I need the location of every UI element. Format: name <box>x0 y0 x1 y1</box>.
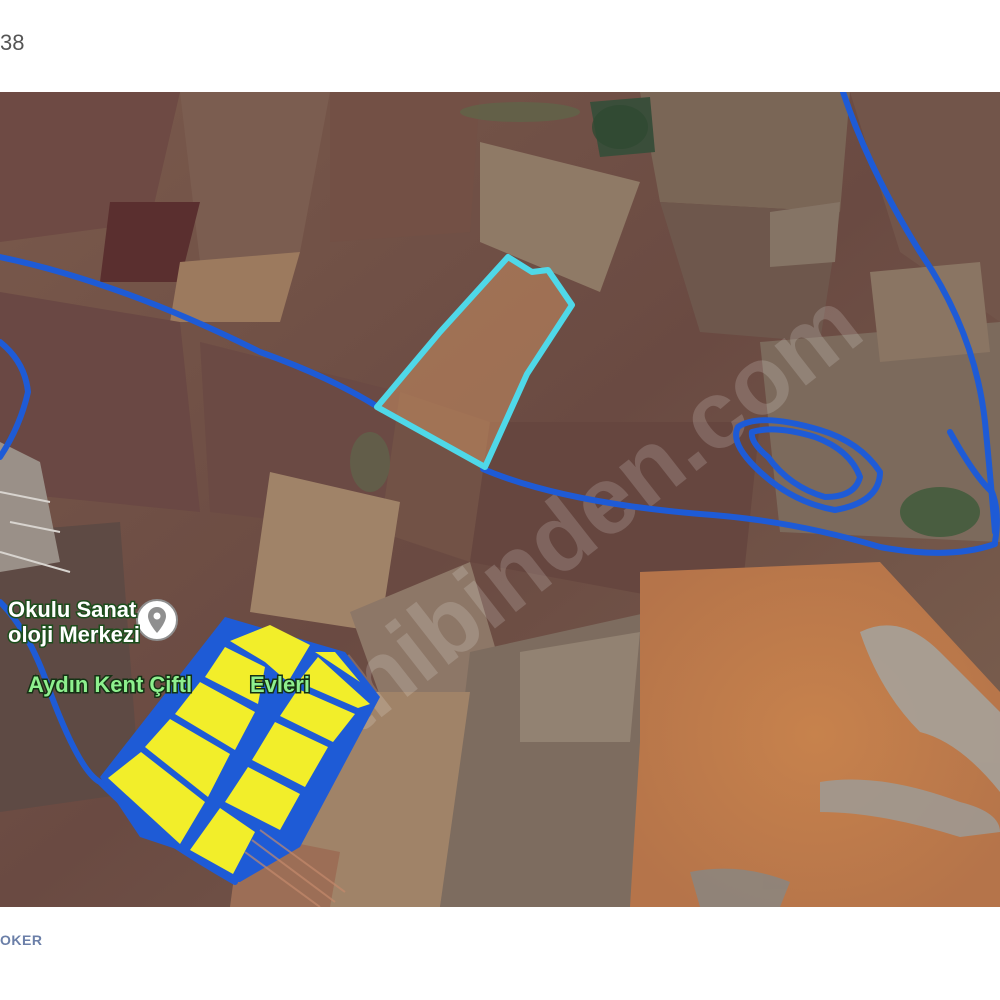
poi-label-line1: Okulu Sanat <box>8 597 137 622</box>
place-label-tail: Evleri <box>250 672 310 697</box>
satellite-map[interactable]: sahibinden.com Okulu Sanat oloji Merkezi… <box>0 92 1000 907</box>
map-view[interactable]: sahibinden.com Okulu Sanat oloji Merkezi… <box>0 92 1000 907</box>
footer-text: OKER <box>0 932 43 948</box>
poi-label-line2: oloji Merkezi <box>8 622 140 647</box>
place-label: Aydın Kent Çiftl <box>28 672 192 697</box>
header-text: 38 <box>0 30 25 55</box>
map-pin-icon[interactable] <box>136 599 178 641</box>
